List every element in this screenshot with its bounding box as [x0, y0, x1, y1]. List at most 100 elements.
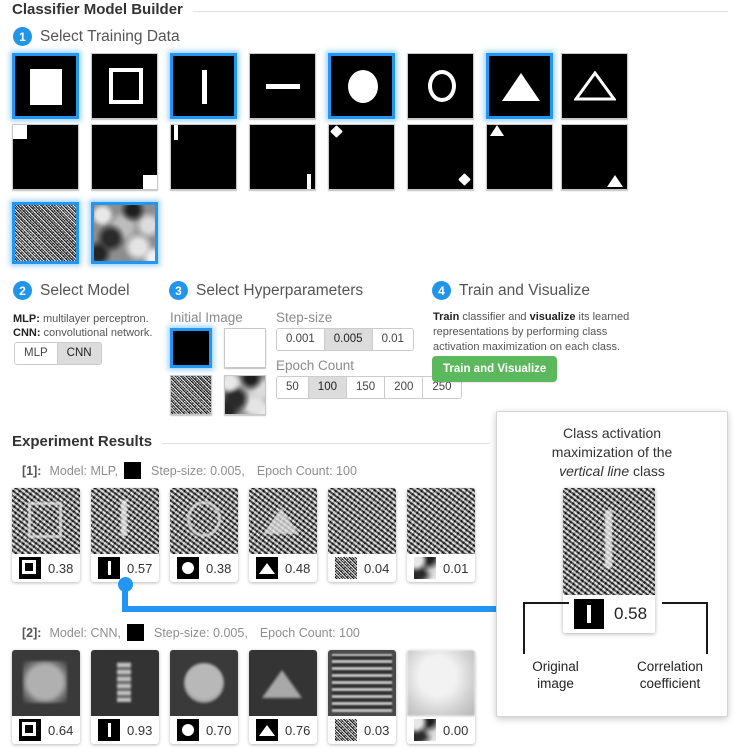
- training-tile-small-circle-top-left[interactable]: [328, 124, 395, 190]
- result-card-footer: 0.48: [249, 554, 317, 582]
- correlation-coefficient-bracket: [652, 602, 708, 654]
- model-toggle-group[interactable]: MLP CNN: [14, 342, 102, 365]
- correlation-coefficient-annotation: Correlation coefficient: [615, 658, 725, 692]
- cam-image-fine-noise: [328, 488, 396, 554]
- training-tile-small-circle-bottom-right[interactable]: [407, 124, 474, 190]
- result-card[interactable]: 0.03: [328, 650, 396, 744]
- training-tile-vertical-line[interactable]: [170, 53, 237, 119]
- initial-image-blurred-noise[interactable]: [224, 375, 266, 415]
- training-tile-outline-triangle[interactable]: [561, 53, 628, 119]
- step-3-header: 3 Select Hyperparameters: [169, 281, 363, 300]
- result-card[interactable]: 0.38: [12, 488, 80, 582]
- epoch-option-100[interactable]: 100: [308, 377, 347, 398]
- training-tile-small-square-bottom-right[interactable]: [91, 124, 158, 190]
- training-tile-small-line-top-left[interactable]: [170, 124, 237, 190]
- cam-image-triangle: [249, 650, 317, 716]
- class-thumbnail-fine-noise: [335, 557, 357, 579]
- epoch-option-200[interactable]: 200: [385, 377, 424, 398]
- correlation-value: 0.38: [206, 560, 232, 576]
- class-thumbnail-blurred-noise: [414, 719, 436, 741]
- callout-title-line1: Class activation: [562, 425, 662, 441]
- training-tile-filled-triangle[interactable]: [486, 53, 553, 119]
- model-note-cnn-text: convolutional network.: [40, 327, 153, 339]
- step-2-label: Select Model: [40, 281, 130, 299]
- training-tile-blurred-noise[interactable]: [91, 202, 158, 264]
- connector-line-vertical: [122, 584, 128, 610]
- cam-image-vertical-line: [563, 488, 655, 595]
- callout-panel: Class activation maximization of the ver…: [496, 411, 728, 717]
- initial-image-fine-noise[interactable]: [170, 375, 212, 415]
- epoch-option-150[interactable]: 150: [346, 377, 386, 398]
- result-card[interactable]: 0.70: [170, 650, 238, 744]
- result-card[interactable]: 0.57: [91, 488, 159, 582]
- result-card[interactable]: 0.01: [407, 488, 475, 582]
- callout-title-emphasis: vertical line: [559, 463, 630, 479]
- correlation-value: 0.57: [127, 560, 153, 576]
- cam-image-vertical-line: [91, 488, 159, 554]
- train-and-visualize-button[interactable]: Train and Visualize: [432, 356, 558, 382]
- train-desc-mid1: classifier and: [459, 311, 530, 323]
- result-card[interactable]: 0.00: [407, 650, 475, 744]
- train-description: Train classifier and visualize its learn…: [433, 310, 643, 355]
- result-card[interactable]: 0.93: [91, 650, 159, 744]
- training-tile-horizontal-line[interactable]: [249, 53, 316, 119]
- initial-image-white[interactable]: [224, 328, 266, 368]
- result-card[interactable]: 0.48: [249, 488, 317, 582]
- training-tile-outline-circle[interactable]: [407, 53, 474, 119]
- result-card-footer: 0.70: [170, 716, 238, 744]
- training-tile-small-square-top-left[interactable]: [12, 124, 79, 190]
- training-tile-small-triangle-bottom-right[interactable]: [561, 124, 628, 190]
- result-card[interactable]: 0.64: [12, 650, 80, 744]
- result-card[interactable]: 0.76: [249, 650, 317, 744]
- model-option-mlp[interactable]: MLP: [15, 343, 58, 364]
- class-thumbnail-circle: [177, 719, 199, 741]
- experiment-results-title: Experiment Results: [12, 433, 490, 450]
- page-title: Classifier Model Builder: [12, 1, 728, 18]
- training-tile-small-triangle-top-left[interactable]: [486, 124, 553, 190]
- blurred-noise-texture: [225, 376, 265, 414]
- correlation-value: 0.00: [443, 722, 469, 738]
- epoch-option-50[interactable]: 50: [277, 377, 309, 398]
- training-tile-filled-square[interactable]: [12, 53, 79, 119]
- small-circle-icon: [458, 173, 471, 186]
- model-note: MLP: multilayer perceptron. CNN: convolu…: [13, 312, 173, 340]
- model-option-cnn[interactable]: CNN: [57, 343, 101, 364]
- correlation-value: 0.04: [364, 560, 390, 576]
- correlation-value: 0.64: [48, 722, 74, 738]
- initial-image-black[interactable]: [170, 328, 212, 368]
- model-note-mlp-text: multilayer perceptron.: [39, 313, 149, 325]
- model-note-cnn-term: CNN:: [13, 327, 41, 339]
- class-thumbnail-circle: [177, 557, 199, 579]
- page-title-text: Classifier Model Builder: [12, 1, 183, 18]
- step-size-option-0005[interactable]: 0.005: [324, 329, 373, 350]
- filled-square-icon: [30, 69, 62, 105]
- result-card[interactable]: 0.38: [170, 488, 238, 582]
- cam-image-vertical-line: [91, 650, 159, 716]
- step-size-group[interactable]: 0.001 0.005 0.01: [276, 328, 414, 351]
- experiment-1-initial-image: [124, 462, 142, 479]
- cam-image-circle: [170, 488, 238, 554]
- step-size-option-0001[interactable]: 0.001: [277, 329, 325, 350]
- cam-image-blurred-noise: [407, 650, 475, 716]
- fine-noise-texture: [171, 376, 211, 414]
- results-divider: [162, 442, 490, 444]
- step-size-option-001[interactable]: 0.01: [372, 329, 413, 350]
- step-4-label: Train and Visualize: [459, 281, 590, 299]
- original-image-bracket: [523, 602, 579, 654]
- training-tile-small-line-bottom-right[interactable]: [249, 124, 316, 190]
- step-2-header: 2 Select Model: [13, 281, 130, 300]
- correlation-line2: coefficient: [639, 676, 701, 691]
- training-tile-fine-noise[interactable]: [12, 202, 79, 264]
- training-tile-outline-square[interactable]: [91, 53, 158, 119]
- result-card[interactable]: 0.04: [328, 488, 396, 582]
- correlation-value: 0.93: [127, 722, 153, 738]
- horizontal-line-icon: [266, 84, 300, 89]
- step-3-label: Select Hyperparameters: [196, 281, 364, 299]
- training-tile-filled-circle[interactable]: [328, 53, 395, 119]
- small-vertical-line-icon: [307, 174, 311, 189]
- class-thumbnail-square: [19, 719, 41, 741]
- connector-line-horizontal: [122, 606, 502, 612]
- classifier-model-builder-page: Classifier Model Builder 1 Select Traini…: [0, 0, 740, 755]
- experiment-2-meta: [2]: Model: CNN, Step-size: 0.005, Epoch…: [22, 624, 372, 641]
- correlation-line1: Correlation: [636, 659, 704, 674]
